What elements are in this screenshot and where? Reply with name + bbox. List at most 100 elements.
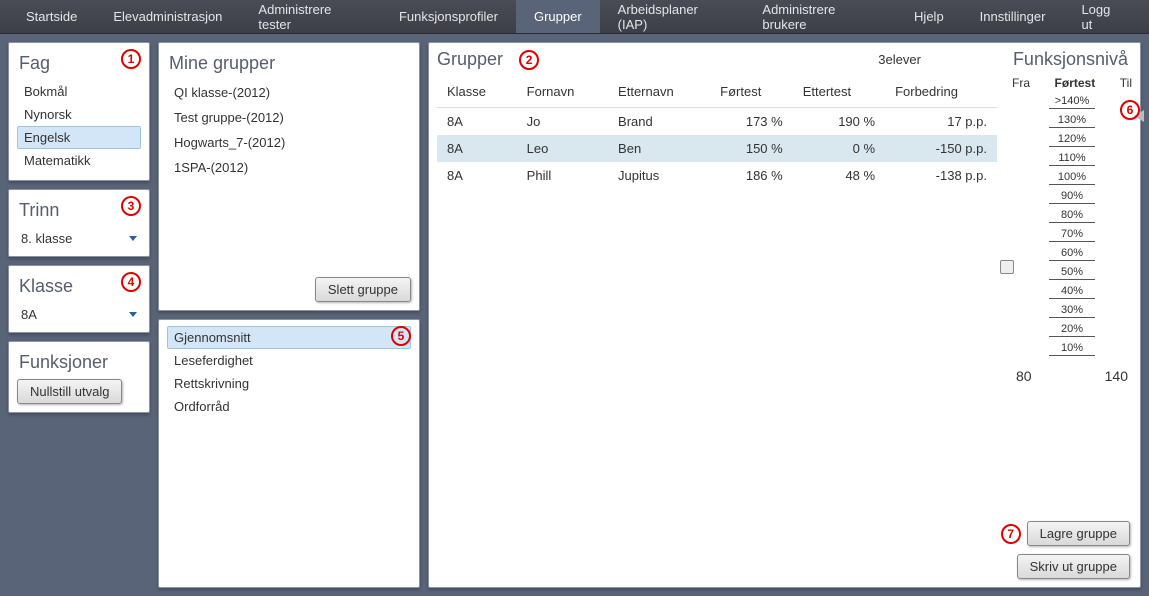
fag-item[interactable]: Matematikk [17, 149, 141, 172]
title-text: Klasse [19, 276, 73, 297]
metric-item[interactable]: Leseferdighet [167, 349, 411, 372]
nav-item-grupper[interactable]: Grupper [516, 0, 600, 33]
table-cell: 173 % [710, 108, 793, 136]
funk-tick[interactable]: 130% [1049, 113, 1095, 128]
table-header-cell[interactable]: Ettertest [793, 76, 885, 108]
table-cell: Phill [517, 162, 608, 189]
reset-selection-button[interactable]: Nullstill utvalg [17, 379, 122, 404]
funk-tick[interactable]: 10% [1049, 341, 1095, 356]
nav-item-arbeidsplaner-iap-[interactable]: Arbeidsplaner (IAP) [600, 0, 745, 33]
students-table: KlasseFornavnEtternavnFørtestEttertestFo… [437, 76, 997, 189]
table-cell: 17 p.p. [885, 108, 997, 136]
panel-main: Grupper 2 3elever Funksjonsnivå KlasseFo… [428, 42, 1141, 588]
label-til: Til [1120, 76, 1132, 90]
table-cell: 48 % [793, 162, 885, 189]
klasse-select[interactable]: 8A [17, 303, 141, 324]
table-cell: 150 % [710, 135, 793, 162]
table-header-cell[interactable]: Førtest [710, 76, 793, 108]
funk-title: Funksjonsnivå [1013, 49, 1128, 70]
funk-tick[interactable]: 110% [1049, 151, 1095, 166]
funk-tick[interactable]: >140% [1049, 94, 1095, 109]
metrics-list: GjennomsnittLeseferdighetRettskrivningOr… [167, 326, 411, 418]
slider-handle-from[interactable] [1000, 260, 1014, 274]
slider-handle-to[interactable] [1128, 110, 1144, 122]
panel-title-mine-grupper: Mine grupper [169, 53, 409, 74]
title-text: Fag [19, 53, 50, 74]
klasse-value: 8A [21, 307, 37, 322]
group-item[interactable]: QI klasse-(2012) [167, 80, 411, 105]
panel-funksjoner: Funksjoner Nullstill utvalg [8, 341, 150, 413]
marker-7: 7 [1001, 524, 1021, 544]
group-item[interactable]: 1SPA-(2012) [167, 155, 411, 180]
table-header-cell[interactable]: Forbedring [885, 76, 997, 108]
delete-group-button[interactable]: Slett gruppe [315, 277, 411, 302]
panel-title-fag: Fag [19, 53, 139, 74]
label-mid: Førtest [1055, 76, 1096, 90]
main-column: Grupper 2 3elever Funksjonsnivå KlasseFo… [428, 42, 1141, 588]
funk-tick[interactable]: 100% [1049, 170, 1095, 185]
table-row[interactable]: 8ALeoBen150 %0 %-150 p.p. [437, 135, 997, 162]
chevron-down-icon [129, 312, 137, 317]
main-footer: 7 Lagre gruppe Skriv ut gruppe [1001, 521, 1130, 579]
fag-item[interactable]: Engelsk [17, 126, 141, 149]
funk-tick[interactable]: 70% [1049, 227, 1095, 242]
print-group-button[interactable]: Skriv ut gruppe [1017, 554, 1130, 579]
table-wrap: KlasseFornavnEtternavnFørtestEttertestFo… [437, 76, 1004, 579]
funk-tick[interactable]: 90% [1049, 189, 1095, 204]
metric-item[interactable]: Rettskrivning [167, 372, 411, 395]
nav-item-hjelp[interactable]: Hjelp [896, 0, 962, 33]
table-cell: -150 p.p. [885, 135, 997, 162]
table-cell: 0 % [793, 135, 885, 162]
table-cell: 8A [437, 162, 517, 189]
table-header-cell[interactable]: Etternavn [608, 76, 710, 108]
title-text: Mine grupper [169, 53, 275, 74]
fag-item[interactable]: Nynorsk [17, 103, 141, 126]
metric-item[interactable]: Ordforråd [167, 395, 411, 418]
funk-tick[interactable]: 50% [1049, 265, 1095, 280]
table-cell: Ben [608, 135, 710, 162]
funk-tick[interactable]: 60% [1049, 246, 1095, 261]
top-nav: StartsideElevadministrasjonAdministrere … [0, 0, 1149, 34]
trinn-select[interactable]: 8. klasse [17, 227, 141, 248]
nav-item-funksjonsprofiler[interactable]: Funksjonsprofiler [381, 0, 516, 33]
metric-item[interactable]: Gjennomsnitt [167, 326, 411, 349]
funk-level-column: Fra Førtest Til >140% 130% 120% 110% 100% 90%… [1012, 76, 1132, 579]
nav-item-innstillinger[interactable]: Innstillinger [962, 0, 1064, 33]
trinn-value: 8. klasse [21, 231, 72, 246]
table-header-cell[interactable]: Fornavn [517, 76, 608, 108]
panel-title-klasse: Klasse [19, 276, 139, 297]
funk-tick[interactable]: 30% [1049, 303, 1095, 318]
funk-tick[interactable]: 20% [1049, 322, 1095, 337]
nav-item-administrere-brukere[interactable]: Administrere brukere [744, 0, 896, 33]
main-header: Grupper 2 3elever Funksjonsnivå [437, 49, 1132, 70]
nav-item-logg-ut[interactable]: Logg ut [1063, 0, 1141, 33]
panel-metrics: GjennomsnittLeseferdighetRettskrivningOr… [158, 319, 420, 588]
title-text: Trinn [19, 200, 59, 221]
group-item[interactable]: Hogwarts_7-(2012) [167, 130, 411, 155]
title-text: Funksjoner [19, 352, 108, 373]
table-header-cell[interactable]: Klasse [437, 76, 517, 108]
table-header-row: KlasseFornavnEtternavnFørtestEttertestFo… [437, 76, 997, 108]
chevron-down-icon [129, 236, 137, 241]
panel-title-funksjoner: Funksjoner [19, 352, 139, 373]
funk-tick[interactable]: 120% [1049, 132, 1095, 147]
table-cell: Leo [517, 135, 608, 162]
fag-item[interactable]: Bokmål [17, 80, 141, 103]
nav-item-elevadministrasjon[interactable]: Elevadministrasjon [95, 0, 240, 33]
funk-labels: Fra Førtest Til [1012, 76, 1132, 90]
table-row[interactable]: 8AJoBrand173 %190 %17 p.p. [437, 108, 997, 136]
panel-fag: Fag BokmålNynorskEngelskMatematikk 1 [8, 42, 150, 181]
nav-item-administrere-tester[interactable]: Administrere tester [240, 0, 381, 33]
funk-ticks[interactable]: >140% 130% 120% 110% 100% 90% 80% 70% 60% 50% 40% 3… [1012, 92, 1132, 362]
funk-readout: 80 140 [1012, 368, 1132, 384]
nav-item-startside[interactable]: Startside [8, 0, 95, 33]
group-item[interactable]: Test gruppe-(2012) [167, 105, 411, 130]
panel-klasse: Klasse 8A 4 [8, 265, 150, 333]
funk-tick[interactable]: 40% [1049, 284, 1095, 299]
save-group-button[interactable]: Lagre gruppe [1027, 521, 1130, 546]
table-cell: 186 % [710, 162, 793, 189]
table-row[interactable]: 8APhillJupitus186 %48 %-138 p.p. [437, 162, 997, 189]
funk-tick[interactable]: 80% [1049, 208, 1095, 223]
fag-list: BokmålNynorskEngelskMatematikk [17, 80, 141, 172]
table-cell: 190 % [793, 108, 885, 136]
